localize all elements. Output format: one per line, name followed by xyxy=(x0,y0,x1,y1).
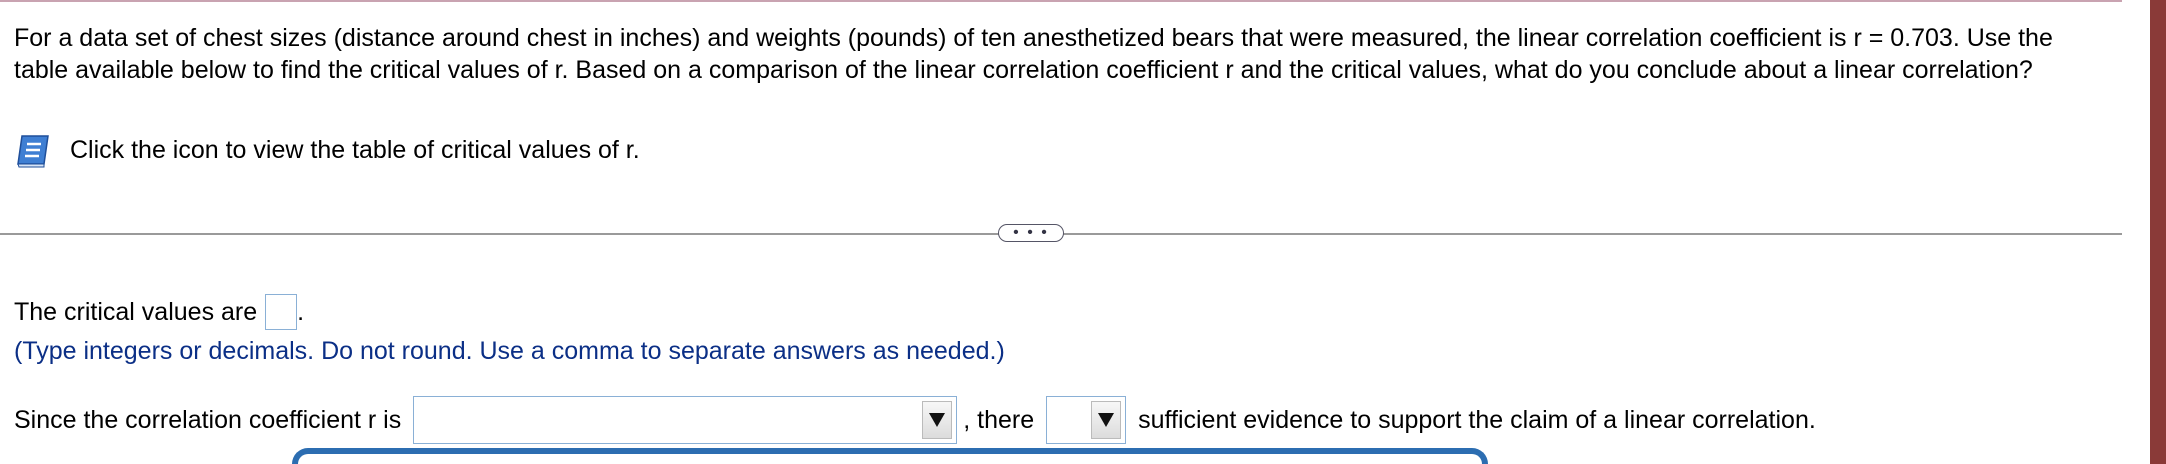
triangle-down-icon[interactable] xyxy=(922,401,953,439)
hint-text[interactable]: Click the icon to view the table of crit… xyxy=(70,136,640,165)
right-scrollbar-edge[interactable] xyxy=(2150,0,2166,464)
question-text: For a data set of chest sizes (distance … xyxy=(14,24,2053,84)
since-label: Since the correlation coefficient r is xyxy=(14,405,402,434)
hint-row: Click the icon to view the table of crit… xyxy=(14,130,640,170)
sufficient-label: sufficient evidence to support the claim… xyxy=(1138,405,1816,434)
triangle-down-icon[interactable] xyxy=(1091,401,1122,439)
instruction-note: (Type integers or decimals. Do not round… xyxy=(14,337,1005,365)
evidence-dropdown[interactable] xyxy=(1046,396,1127,444)
critical-values-label: The critical values are xyxy=(14,297,258,326)
critical-values-input[interactable] xyxy=(265,294,298,330)
there-label: , there xyxy=(963,405,1035,434)
expand-button[interactable]: • • • xyxy=(998,224,1064,242)
page: For a data set of chest sizes (distance … xyxy=(0,0,2166,464)
right-gutter xyxy=(2122,0,2150,464)
conclusion-row: Since the correlation coefficient r is ,… xyxy=(14,396,1816,444)
critical-values-row: The critical values are . xyxy=(14,294,304,330)
period-text: . xyxy=(297,297,305,326)
top-border xyxy=(0,0,2166,2)
comparison-dropdown[interactable] xyxy=(413,396,958,444)
dropdown-popup-edge xyxy=(292,448,1488,464)
book-icon[interactable] xyxy=(14,130,54,170)
